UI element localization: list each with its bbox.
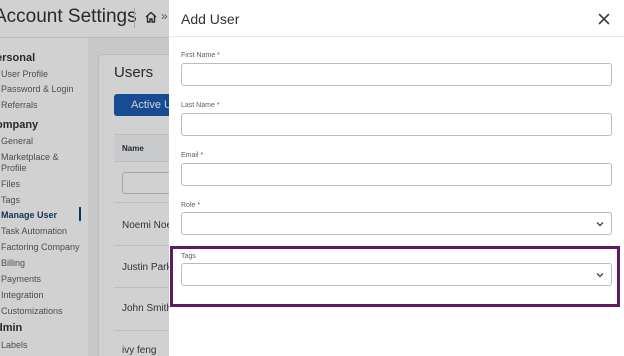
role-label: Role * [181,202,201,209]
close-icon[interactable] [596,11,612,27]
tags-field-highlight [170,246,620,307]
first-name-field[interactable] [181,63,612,86]
email-field[interactable] [181,163,612,186]
last-name-field[interactable] [181,113,612,136]
last-name-label: Last Name * [181,102,220,109]
email-label: Email * [181,152,204,159]
chevron-down-icon [596,222,604,227]
drawer-title: Add User [181,11,240,27]
role-select[interactable] [181,212,612,235]
drawer-header-divider [169,36,624,37]
first-name-label: First Name * [181,52,220,59]
